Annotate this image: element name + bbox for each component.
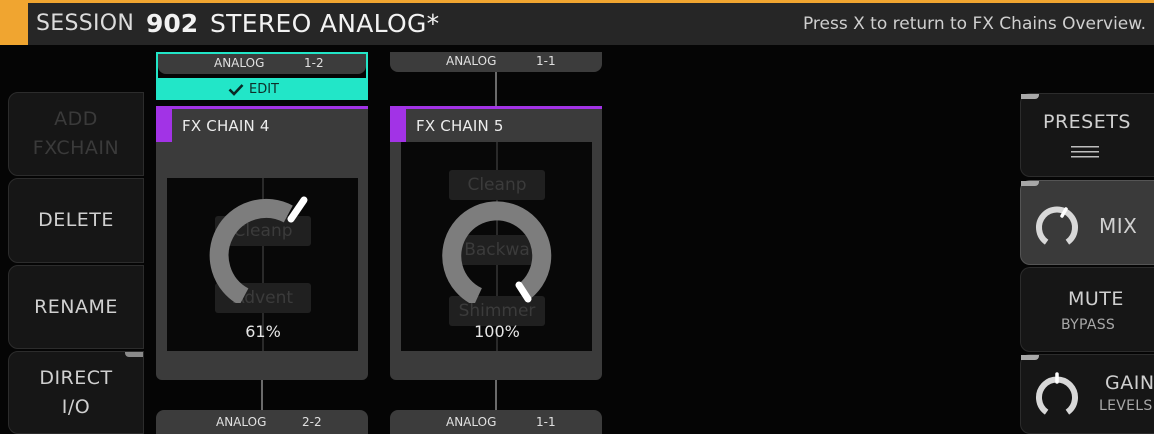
chain5-output-connector: [495, 380, 497, 410]
button-notch: [1021, 94, 1039, 99]
chain4-output-tag[interactable]: ANALOG 2-2: [156, 410, 368, 434]
add-fxchain-label-2: FXCHAIN: [32, 137, 120, 159]
fx-chain-5[interactable]: FX CHAIN 5 Cleanp Backwa Shimmer 100%: [390, 106, 602, 380]
add-fxchain-button[interactable]: ADD FXCHAIN: [8, 92, 144, 176]
direct-io-button[interactable]: DIRECT I/O: [8, 351, 144, 434]
button-notch: [1021, 355, 1039, 360]
chain4-output-name: ANALOG: [216, 415, 267, 429]
chain5-input-tag[interactable]: ANALOG 1-1: [390, 52, 602, 72]
levels-label: LEVELS: [1099, 398, 1153, 414]
delete-label: DELETE: [38, 209, 114, 231]
delete-button[interactable]: DELETE: [8, 178, 144, 263]
chain-color-marker: [390, 109, 406, 142]
rename-label: RENAME: [34, 295, 118, 318]
top-bar: SESSION 902 STEREO ANALOG* Press X to re…: [0, 0, 1154, 45]
chain-top-line: [156, 106, 368, 109]
chain-top-line: [390, 106, 602, 109]
menu-icon: [1071, 146, 1099, 158]
session-name: STEREO ANALOG*: [210, 9, 440, 38]
mix-button[interactable]: MIX: [1020, 180, 1154, 265]
chain5-mix-knob: [442, 201, 552, 303]
mute-bypass-button[interactable]: MUTE BYPASS: [1020, 267, 1154, 352]
chain4-mix-panel: Cleanp Advent 61%: [167, 178, 358, 351]
add-fxchain-label-1: ADD: [54, 108, 98, 130]
chain4-input-tag[interactable]: ANALOG 1-2: [158, 54, 366, 74]
header-accent: [0, 3, 28, 45]
checkmark-icon: [228, 84, 244, 96]
edit-label: EDIT: [249, 82, 279, 97]
chain4-input-ch: 1-2: [304, 56, 324, 70]
session-label: SESSION: [36, 11, 135, 36]
fx-chain-4[interactable]: FX CHAIN 4 Cleanp Advent 61%: [156, 106, 368, 380]
button-notch: [1021, 181, 1039, 186]
chain5-title: FX CHAIN 5: [416, 117, 504, 135]
knob-icon: [1036, 372, 1078, 415]
chain5-mix-panel: Cleanp Backwa Shimmer 100%: [401, 142, 592, 351]
chain5-input-ch: 1-1: [536, 54, 556, 68]
chain4-output-ch: 2-2: [302, 415, 322, 429]
mute-label: MUTE: [1068, 288, 1124, 310]
button-notch: [125, 352, 143, 357]
chain4-mix-percent: 61%: [245, 322, 281, 341]
edit-button[interactable]: EDIT: [156, 78, 368, 100]
chain5-output-name: ANALOG: [446, 415, 497, 429]
chain5-input-connector: [495, 72, 497, 106]
chain4-output-connector: [261, 380, 263, 410]
chain4-input-name: ANALOG: [214, 56, 265, 70]
mix-label: MIX: [1099, 214, 1138, 238]
session-number: 902: [146, 9, 199, 38]
presets-label: PRESETS: [1043, 111, 1131, 133]
knob-icon: [1036, 206, 1078, 245]
direct-io-label-2: I/O: [61, 395, 91, 418]
chain5-input-name: ANALOG: [446, 54, 497, 68]
gain-label: GAIN: [1105, 372, 1154, 394]
rename-button[interactable]: RENAME: [8, 265, 144, 349]
chain5-mix-percent: 100%: [474, 322, 520, 341]
presets-button[interactable]: PRESETS: [1020, 93, 1154, 177]
bypass-label: BYPASS: [1061, 317, 1116, 333]
header-hint: Press X to return to FX Chains Overview.: [802, 14, 1146, 34]
direct-io-label-1: DIRECT: [39, 366, 113, 389]
chain5-output-ch: 1-1: [536, 415, 556, 429]
chain4-mix-knob: [209, 196, 308, 303]
chain5-output-tag[interactable]: ANALOG 1-1: [390, 410, 602, 434]
gain-levels-button[interactable]: GAIN LEVELS: [1020, 354, 1154, 434]
chain4-title: FX CHAIN 4: [182, 117, 270, 135]
chain-color-marker: [156, 109, 172, 142]
